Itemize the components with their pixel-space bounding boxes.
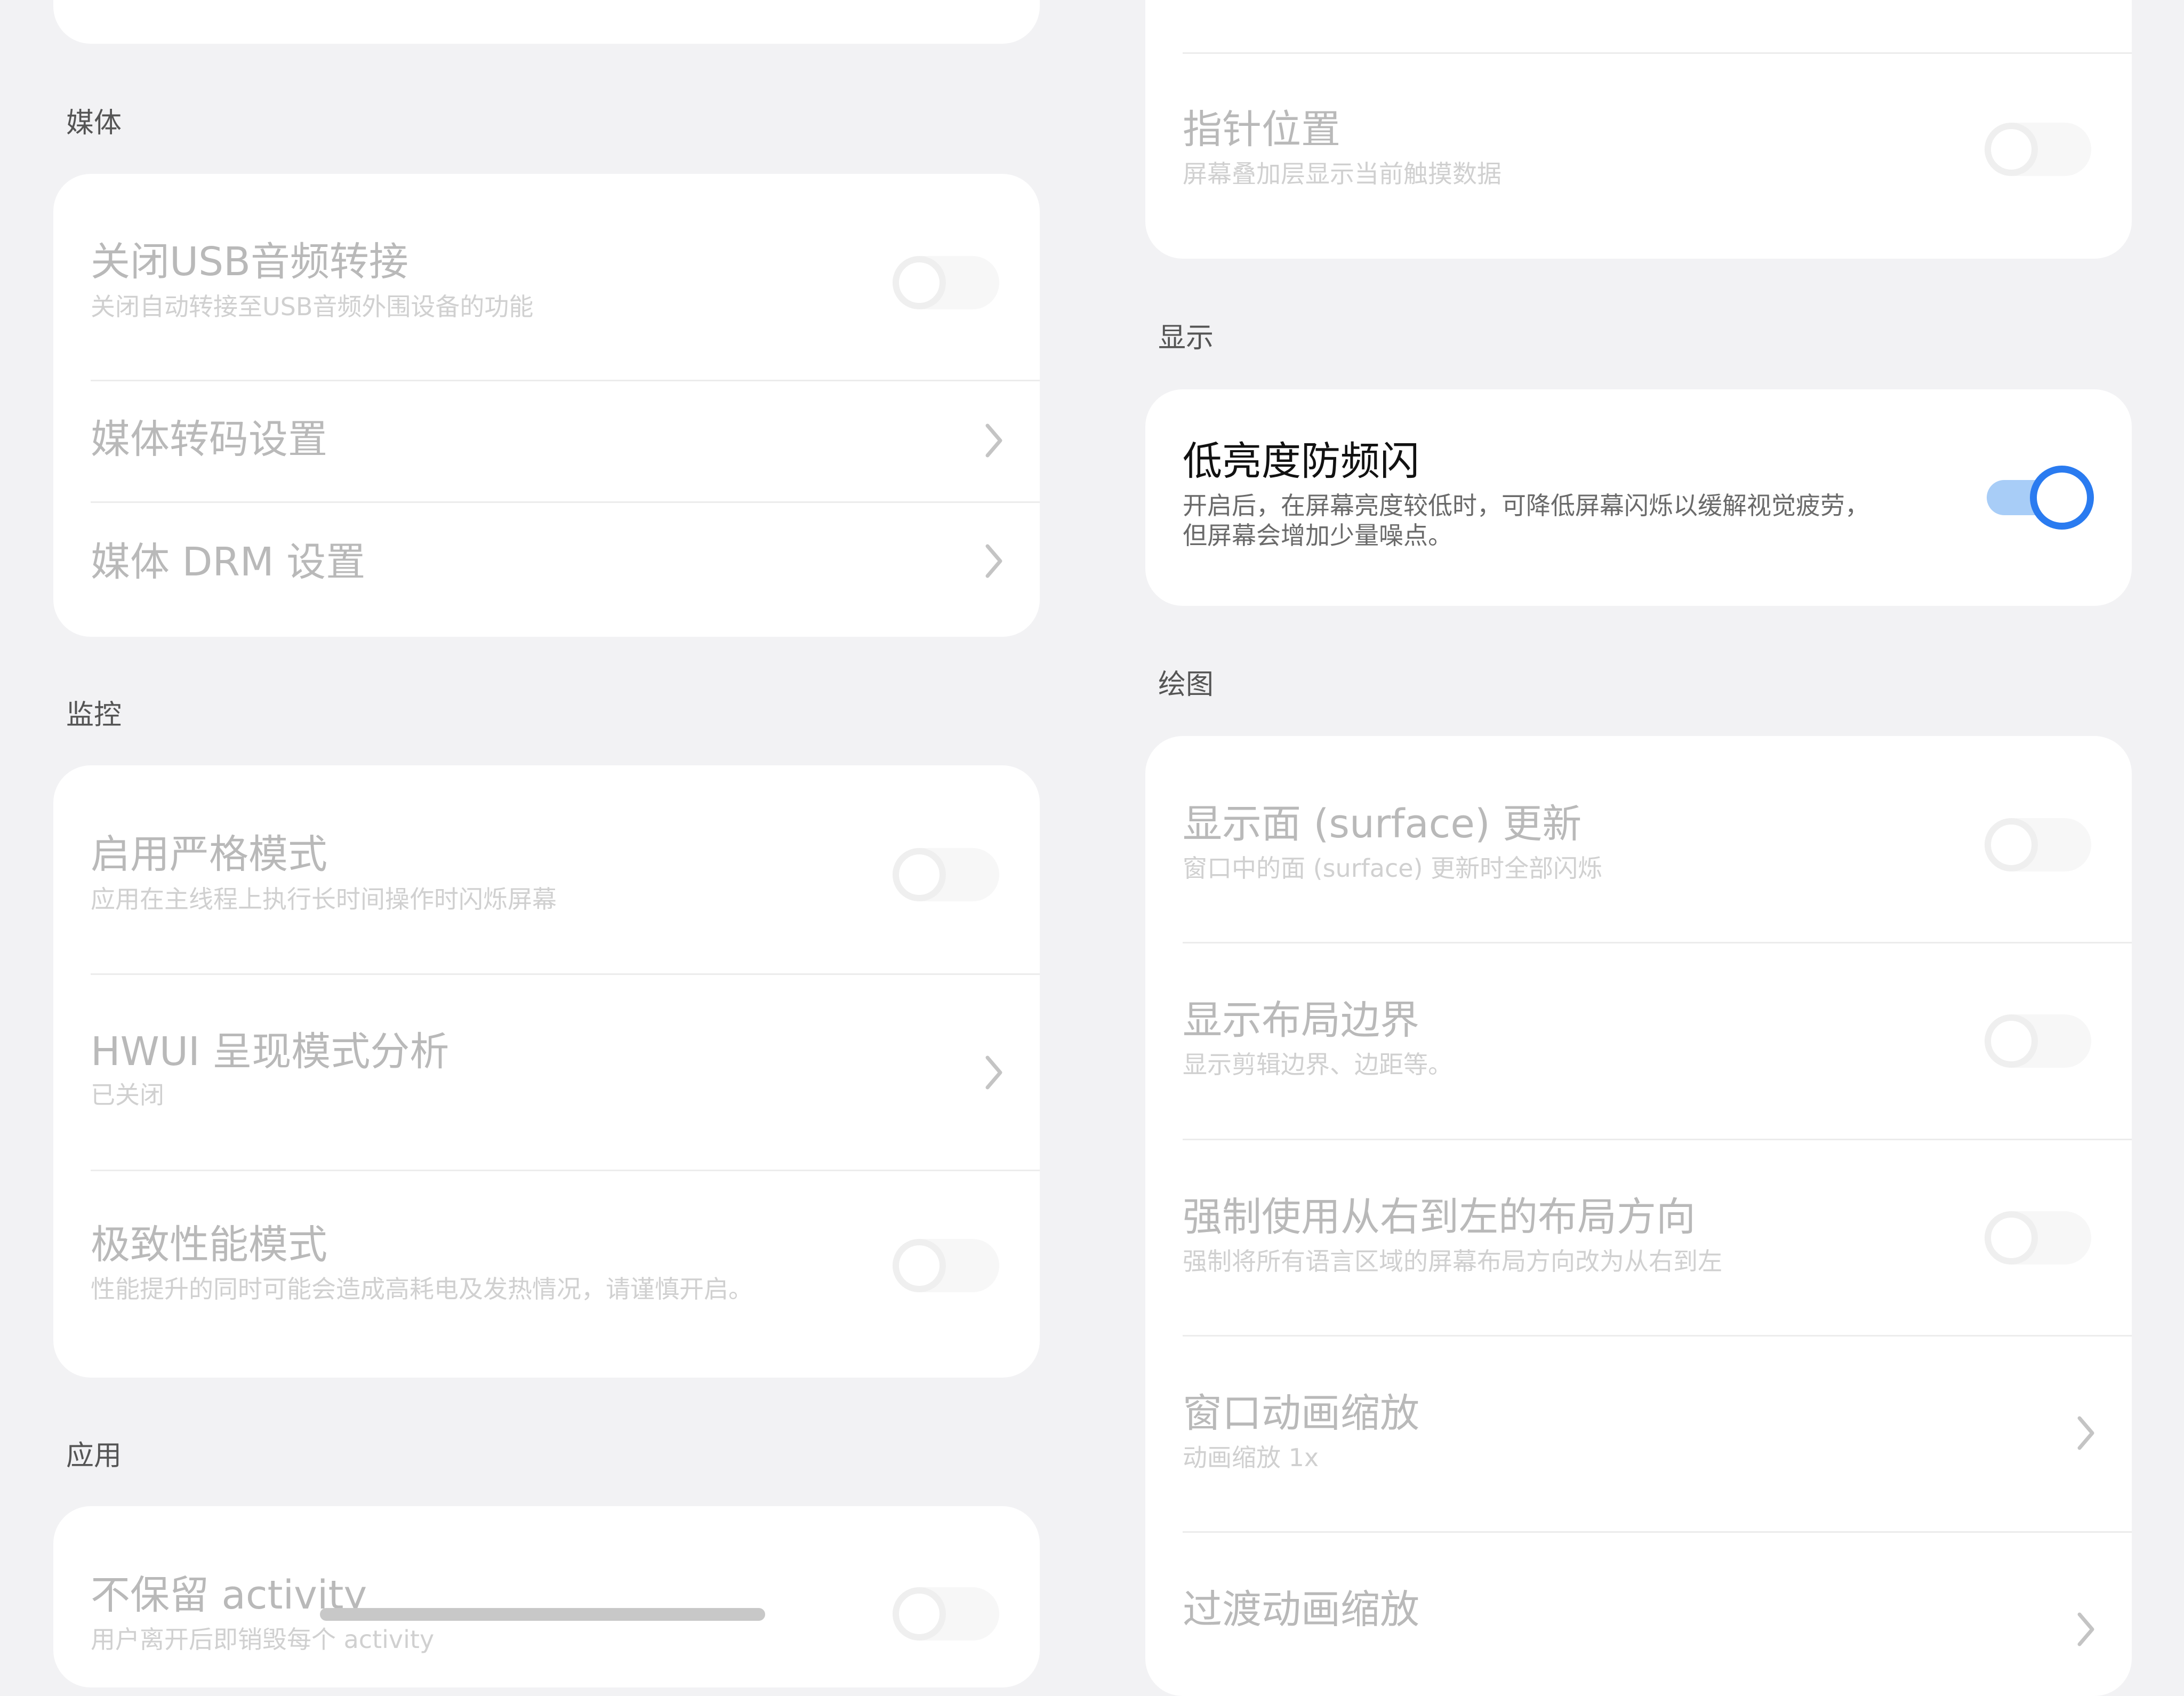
- row-subtitle: 性能提升的同时可能会造成高耗电及发热情况，请谨慎开启。: [91, 1275, 753, 1303]
- divider: [1183, 1531, 2132, 1533]
- row-low-brightness-antiflicker[interactable]: 低亮度防频闪 开启后，在屏幕亮度较低时，可降低屏幕闪烁以缓解视觉疲劳， 但屏幕会…: [1145, 389, 2132, 606]
- row-previous-item[interactable]: [1145, 0, 2132, 52]
- force-rtl-toggle[interactable]: [1985, 1211, 2091, 1265]
- row-media-transcoding[interactable]: 媒体转码设置: [53, 380, 1040, 501]
- row-subtitle-line2: 但屏幕会增加少量噪点。: [1183, 521, 1452, 550]
- row-window-animation-scale[interactable]: 窗口动画缩放 动画缩放 1x: [1145, 1335, 2132, 1531]
- row-pointer-location[interactable]: 指针位置 屏幕叠加层显示当前触摸数据: [1145, 52, 2132, 259]
- row-title: 媒体 DRM 设置: [91, 539, 366, 585]
- input-card: 指针位置 屏幕叠加层显示当前触摸数据: [1145, 0, 2132, 259]
- divider: [1183, 52, 2132, 54]
- drawing-card: 显示面 (surface) 更新 窗口中的面 (surface) 更新时全部闪烁…: [1145, 736, 2132, 1696]
- usb-audio-routing-toggle[interactable]: [893, 256, 999, 309]
- row-transition-animation-scale[interactable]: 过渡动画缩放: [1145, 1531, 2132, 1696]
- row-subtitle: 显示剪辑边界、边距等。: [1183, 1050, 1452, 1079]
- layout-bounds-toggle[interactable]: [1985, 1014, 2091, 1068]
- section-title-drawing: 绘图: [1158, 669, 1214, 701]
- divider: [91, 973, 1040, 975]
- chevron-right-icon: [2075, 1608, 2097, 1651]
- row-extreme-performance[interactable]: 极致性能模式 性能提升的同时可能会造成高耗电及发热情况，请谨慎开启。: [53, 1170, 1040, 1378]
- chevron-right-icon: [983, 1051, 1005, 1094]
- row-title: 关闭USB音频转接: [91, 239, 408, 285]
- dont-keep-activities-toggle[interactable]: [893, 1587, 999, 1641]
- toggle-knob: [1985, 818, 2038, 871]
- settings-card-top-left: [53, 0, 1040, 44]
- row-subtitle-line1: 开启后，在屏幕亮度较低时，可降低屏幕闪烁以缓解视觉疲劳，: [1183, 491, 1869, 520]
- row-title: 过渡动画缩放: [1183, 1587, 1419, 1633]
- toggle-knob: [2030, 466, 2094, 530]
- pointer-location-toggle[interactable]: [1985, 123, 2091, 176]
- row-title: HWUI 呈现模式分析: [91, 1029, 449, 1075]
- toggle-knob: [893, 848, 946, 901]
- row-title: 启用严格模式: [91, 831, 327, 877]
- row-hwui-profile[interactable]: HWUI 呈现模式分析 已关闭: [53, 973, 1040, 1170]
- chevron-right-icon: [983, 540, 1005, 582]
- toggle-knob: [893, 1239, 946, 1292]
- section-title-display: 显示: [1158, 322, 1214, 354]
- divider: [1183, 1139, 2132, 1140]
- chevron-right-icon: [983, 419, 1005, 462]
- row-subtitle: 关闭自动转接至USB音频外围设备的功能: [91, 292, 534, 321]
- toggle-knob: [1985, 123, 2038, 176]
- media-card: 关闭USB音频转接 关闭自动转接至USB音频外围设备的功能 媒体转码设置 媒体 …: [53, 174, 1040, 637]
- home-indicator[interactable]: [320, 1608, 765, 1621]
- row-show-layout-bounds[interactable]: 显示布局边界 显示剪辑边界、边距等。: [1145, 942, 2132, 1139]
- toggle-knob: [893, 1587, 946, 1641]
- divider: [91, 1170, 1040, 1171]
- strict-mode-toggle[interactable]: [893, 848, 999, 901]
- row-title: 显示面 (surface) 更新: [1183, 801, 1582, 847]
- row-strict-mode[interactable]: 启用严格模式 应用在主线程上执行长时间操作时闪烁屏幕: [53, 765, 1040, 973]
- extreme-performance-toggle[interactable]: [893, 1239, 999, 1292]
- row-force-rtl-layout[interactable]: 强制使用从右到左的布局方向 强制将所有语言区域的屏幕布局方向改为从右到左: [1145, 1139, 2132, 1335]
- monitor-card: 启用严格模式 应用在主线程上执行长时间操作时闪烁屏幕 HWUI 呈现模式分析 已…: [53, 765, 1040, 1378]
- row-subtitle: 用户离开后即销毁每个 activity: [91, 1625, 435, 1654]
- row-subtitle: 屏幕叠加层显示当前触摸数据: [1183, 159, 1502, 188]
- divider: [1183, 942, 2132, 943]
- row-subtitle: 强制将所有语言区域的屏幕布局方向改为从右到左: [1183, 1247, 1722, 1276]
- section-title-media: 媒体: [66, 107, 122, 139]
- row-subtitle: 已关闭: [91, 1081, 164, 1109]
- section-title-monitor: 监控: [66, 699, 122, 731]
- row-show-surface-updates[interactable]: 显示面 (surface) 更新 窗口中的面 (surface) 更新时全部闪烁: [1145, 736, 2132, 942]
- row-subtitle: 动画缩放 1x: [1183, 1443, 1319, 1472]
- divider: [91, 501, 1040, 503]
- row-media-drm[interactable]: 媒体 DRM 设置: [53, 501, 1040, 637]
- row-disable-usb-audio-routing[interactable]: 关闭USB音频转接 关闭自动转接至USB音频外围设备的功能: [53, 174, 1040, 380]
- row-title: 媒体转码设置: [91, 417, 327, 462]
- row-title: 强制使用从右到左的布局方向: [1183, 1194, 1696, 1240]
- row-dont-keep-activities[interactable]: 不保留 activity 用户离开后即销毁每个 activity: [53, 1506, 1040, 1687]
- toggle-knob: [1985, 1211, 2038, 1265]
- toggle-knob: [893, 256, 946, 309]
- section-title-apps: 应用: [66, 1440, 122, 1472]
- low-brightness-antiflicker-toggle[interactable]: [1985, 466, 2094, 530]
- apps-card: 不保留 activity 用户离开后即销毁每个 activity: [53, 1506, 1040, 1687]
- divider: [91, 380, 1040, 381]
- chevron-right-icon: [2075, 1412, 2097, 1454]
- row-title: 极致性能模式: [91, 1222, 327, 1268]
- row-title: 窗口动画缩放: [1183, 1390, 1419, 1436]
- display-card: 低亮度防频闪 开启后，在屏幕亮度较低时，可降低屏幕闪烁以缓解视觉疲劳， 但屏幕会…: [1145, 389, 2132, 606]
- divider: [1183, 1335, 2132, 1337]
- row-subtitle: 窗口中的面 (surface) 更新时全部闪烁: [1183, 854, 1603, 883]
- row-title: 指针位置: [1183, 107, 1340, 153]
- row-title: 显示布局边界: [1183, 997, 1419, 1043]
- surface-updates-toggle[interactable]: [1985, 818, 2091, 871]
- toggle-knob: [1985, 1014, 2038, 1068]
- row-title: 低亮度防频闪: [1183, 438, 1419, 484]
- row-subtitle: 应用在主线程上执行长时间操作时闪烁屏幕: [91, 885, 557, 914]
